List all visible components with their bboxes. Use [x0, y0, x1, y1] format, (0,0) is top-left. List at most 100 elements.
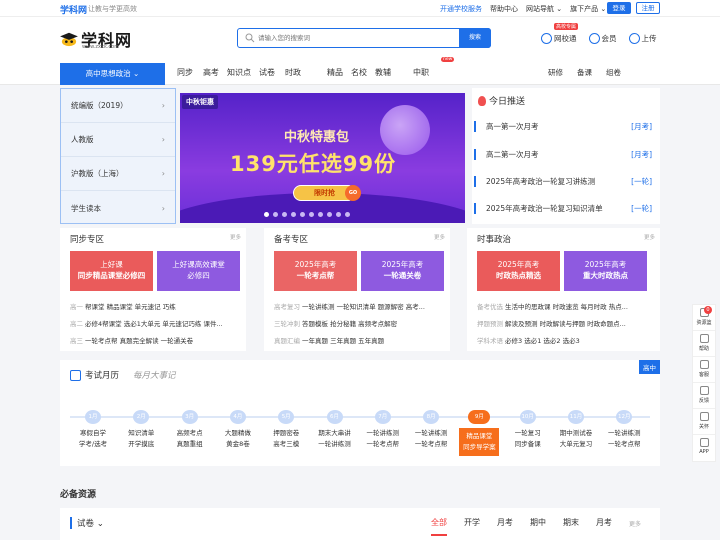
nav-item-training[interactable]: 研修: [548, 67, 563, 78]
link-help-center[interactable]: 帮助中心: [490, 4, 518, 14]
nav-item-sync[interactable]: 同步: [177, 67, 193, 78]
month-line: 同步导学案: [463, 443, 496, 451]
push-item[interactable]: 高一第一次月考 [月考]: [474, 121, 652, 132]
link-line[interactable]: 备考优选 生活中的思政课 时政速览 每月时政 热点...: [477, 301, 653, 311]
calendar-header: 考试月历 每月大事记: [70, 369, 176, 381]
tool-resource-basket[interactable]: 0 资源篮: [693, 305, 715, 331]
nav-item-knowledge[interactable]: 知识点: [227, 67, 251, 78]
sidebar-item-renjiao[interactable]: 人教版 ›: [61, 123, 175, 157]
push-item-tag: [月考]: [631, 122, 652, 131]
promo-card[interactable]: 2025年高考 一轮考点帮: [274, 251, 357, 291]
carousel-dot[interactable]: [327, 212, 332, 217]
tool-help[interactable]: 帮助: [693, 331, 715, 357]
sidebar-item-label: 统编版（2019）: [71, 101, 128, 110]
school-pass-link[interactable]: 网校通 高校专属: [541, 23, 579, 44]
carousel-dot[interactable]: [345, 212, 350, 217]
push-item[interactable]: 高二第一次月考 [月考]: [474, 149, 652, 160]
link-school-service[interactable]: 开通学校服务: [440, 4, 482, 14]
link-line[interactable]: 真题汇编 一年真题 三年真题 五年真题: [274, 335, 450, 345]
more-link[interactable]: 更多: [644, 233, 655, 241]
sidebar-item-hujiao[interactable]: 沪教版（上海） ›: [61, 157, 175, 191]
nav-item-premium[interactable]: 精品: [327, 67, 343, 78]
line-text: 一轮讲练测 一轮知识清单 题源解密 高考...: [302, 303, 425, 311]
member-icon: [588, 33, 600, 44]
tool-feedback[interactable]: 反馈: [693, 383, 715, 409]
sidebar-item-label: 学生读本: [71, 203, 101, 213]
banner-offer: 139元任选99份: [230, 152, 397, 176]
tab-final[interactable]: 期末: [563, 517, 579, 536]
card-line: 2025年高考: [497, 260, 540, 269]
link-site-nav[interactable]: 网站导航 ⌄: [526, 4, 562, 14]
promo-card[interactable]: 2025年高考 重大时政热点: [564, 251, 647, 291]
nav-item-teaching-aids[interactable]: 教辅: [375, 67, 391, 78]
nav-item-lesson-prep[interactable]: 备课: [577, 67, 592, 78]
search-button[interactable]: 搜索: [459, 28, 491, 48]
push-item-text: 高一第一次月考: [486, 122, 539, 131]
tab-start[interactable]: 开学: [464, 517, 480, 536]
link-line[interactable]: 学科术语 必修3 选必1 选必2 选必3: [477, 335, 653, 345]
link-products[interactable]: 旗下产品 ⌄: [570, 4, 606, 14]
tool-care[interactable]: 关怀: [693, 409, 715, 435]
floating-toolbar: 0 资源篮 帮助 客服 反馈 关怀 APP: [692, 304, 716, 462]
resource-type-dropdown[interactable]: 试卷 ⌄: [70, 517, 104, 529]
nav-item-gaokao[interactable]: 高考: [203, 67, 219, 78]
push-item[interactable]: 2025年高考政治一轮复习讲练测 [一轮]: [474, 176, 652, 187]
nav-right: 研修 备课 组卷: [548, 67, 621, 78]
link-line[interactable]: 高一 帮课堂 精品课堂 单元速记 巧练: [70, 301, 246, 311]
carousel-dot[interactable]: [336, 212, 341, 217]
more-link[interactable]: 更多: [230, 233, 241, 241]
tab-midterm[interactable]: 期中: [530, 517, 546, 536]
link-line[interactable]: 高二 必修4帮课堂 选必1大单元 单元速记巧练 课件...: [70, 318, 246, 328]
nav-item-compose-paper[interactable]: 组卷: [606, 67, 621, 78]
carousel-dot[interactable]: [264, 212, 269, 217]
login-button[interactable]: 登录: [607, 2, 631, 14]
more-link[interactable]: 更多: [629, 517, 641, 536]
push-item[interactable]: 2025年高考政治一轮复习知识清单 [一轮]: [474, 203, 652, 214]
top-logo[interactable]: 学科网: [60, 3, 87, 16]
promo-card[interactable]: 2025年高考 一轮通关卷: [361, 251, 444, 291]
carousel-dot[interactable]: [300, 212, 305, 217]
search-input[interactable]: [258, 32, 458, 44]
promo-card[interactable]: 2025年高考 时政热点精选: [477, 251, 560, 291]
nav-item-vocational[interactable]: 中职: [413, 67, 429, 78]
more-link[interactable]: 更多: [434, 233, 445, 241]
carousel-dot[interactable]: [318, 212, 323, 217]
banner-cta-button[interactable]: 限时抢 GO: [293, 185, 361, 201]
level-badge[interactable]: 高中: [639, 360, 660, 374]
link-line[interactable]: 高考复习 一轮讲练测 一轮知识清单 题源解密 高考...: [274, 301, 450, 311]
push-item-text: 2025年高考政治一轮复习讲练测: [486, 177, 596, 186]
carousel-dot[interactable]: [273, 212, 278, 217]
link-line[interactable]: 高三 一轮考点帮 真题完全解读 一轮通关卷: [70, 335, 246, 345]
promo-card[interactable]: 上好课 同步精品课堂必修四: [70, 251, 153, 291]
carousel-dot[interactable]: [282, 212, 287, 217]
tool-app[interactable]: APP: [693, 435, 715, 461]
member-link[interactable]: 会员: [588, 33, 617, 44]
sidebar-item-student-reader[interactable]: 学生读本 ›: [61, 191, 175, 225]
site-logo[interactable]: 学科网 www.zxxk.com: [60, 27, 132, 51]
tab-monthly-2[interactable]: 月考: [596, 517, 612, 536]
register-button[interactable]: 注册: [636, 2, 660, 14]
top-links: 开通学校服务 帮助中心 网站导航 ⌄ 旗下产品 ⌄: [440, 4, 606, 14]
nav-item-famous-school[interactable]: 名校: [351, 67, 367, 78]
upload-link[interactable]: 上传: [628, 33, 657, 44]
month-item[interactable]: 12月 一轮讲练测 一轮考点帮: [594, 410, 654, 450]
link-line[interactable]: 三轮冲刺 答题模板 抢分秘籍 高频考点解密: [274, 318, 450, 328]
sidebar-item-tongbian[interactable]: 统编版（2019） ›: [61, 89, 175, 123]
month-marker: 1月: [85, 410, 101, 424]
month-line: 一轮讲练测: [608, 429, 641, 437]
tab-all[interactable]: 全部: [431, 517, 447, 536]
carousel-dot[interactable]: [291, 212, 296, 217]
nav-item-papers[interactable]: 试卷: [259, 67, 275, 78]
tab-monthly[interactable]: 月考: [497, 517, 513, 536]
subject-selector[interactable]: 高中思想政治 ⌄: [60, 63, 165, 85]
promo-banner[interactable]: 中秋钜惠 中秋特惠包 139元任选99份 限时抢 GO: [180, 93, 465, 223]
help-icon: [699, 334, 709, 343]
carousel-dot[interactable]: [309, 212, 314, 217]
link-line[interactable]: 押题预测 解读及预测 时政解读与押题 时政命题点...: [477, 318, 653, 328]
month-marker: 6月: [326, 410, 343, 424]
nav-item-current-affairs[interactable]: 时政: [285, 67, 301, 78]
push-item-text: 高二第一次月考: [486, 150, 539, 159]
tool-service[interactable]: 客服: [693, 357, 715, 383]
promo-card[interactable]: 上好课高效课堂 必修四: [157, 251, 240, 291]
month-marker: 10月: [519, 410, 536, 424]
